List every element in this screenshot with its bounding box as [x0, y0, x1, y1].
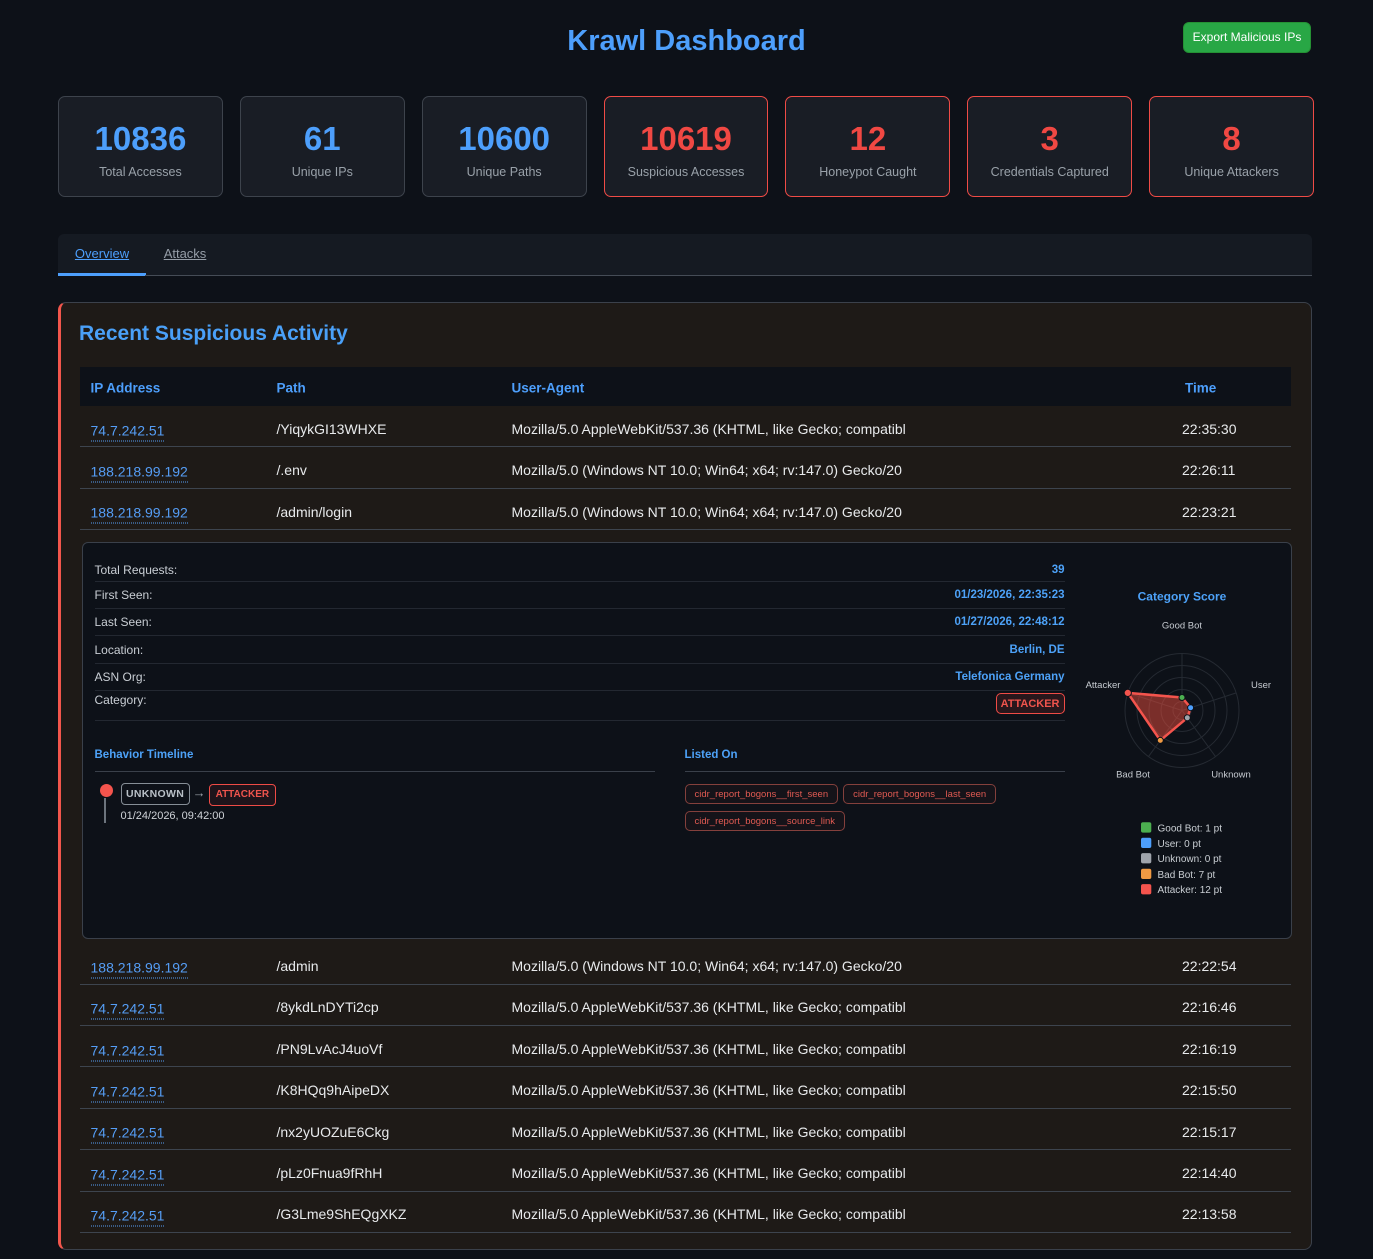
svg-text:Good Bot: Good Bot: [1161, 621, 1201, 632]
svg-text:Attacker: 12 pt: Attacker: 12 pt: [1157, 885, 1222, 896]
svg-text:Unknown: Unknown: [1211, 770, 1251, 781]
svg-text:User: User: [1250, 680, 1270, 691]
svg-text:Attacker: Attacker: [1085, 680, 1120, 691]
svg-text:Category Score: Category Score: [1137, 590, 1226, 604]
svg-text:Good Bot: 1 pt: Good Bot: 1 pt: [1157, 824, 1222, 835]
svg-text:Bad Bot: Bad Bot: [1116, 770, 1150, 781]
svg-text:Unknown: 0 pt: Unknown: 0 pt: [1157, 854, 1221, 865]
svg-text:User: 0 pt: User: 0 pt: [1157, 839, 1201, 850]
svg-text:Bad Bot: 7 pt: Bad Bot: 7 pt: [1157, 870, 1215, 881]
